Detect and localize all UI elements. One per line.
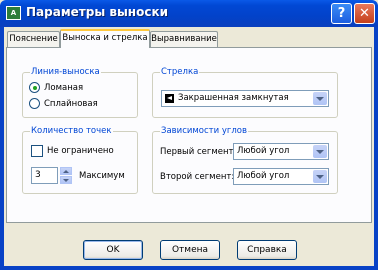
autocad-icon: A — [6, 6, 21, 20]
straight-label: Ломаная — [44, 83, 84, 93]
points-group: Количество точек — [22, 126, 138, 194]
first-segment-value: Любой угол — [237, 146, 290, 156]
tab-leader-and-arrow[interactable]: Выноска и стрелка — [60, 29, 150, 48]
tab-attachment[interactable]: Выравнивание — [150, 31, 218, 47]
unlimited-label: Не ограничено — [47, 146, 114, 156]
help-title-button[interactable]: ? — [331, 3, 352, 24]
spin-up-button[interactable] — [60, 167, 72, 175]
arrow-select-value: Закрашенная замкнутая — [178, 93, 289, 103]
chevron-down-icon[interactable] — [313, 145, 327, 158]
title-bar[interactable]: A Параметры выноски ? ✕ — [0, 0, 378, 27]
max-points-value: 3 — [35, 170, 41, 180]
window-title: Параметры выноски — [26, 5, 168, 19]
help-button[interactable]: Справка — [237, 240, 297, 260]
spline-label: Сплайновая — [44, 99, 98, 109]
unlimited-checkbox[interactable] — [31, 145, 43, 157]
leader-line-group: Линия-выноска — [22, 67, 138, 118]
chevron-down-icon[interactable] — [313, 170, 327, 183]
spline-radio[interactable] — [29, 98, 40, 109]
window-border-right — [374, 27, 378, 270]
angles-title: Зависимости углов — [160, 126, 248, 137]
close-button[interactable]: ✕ — [354, 3, 375, 24]
leader-line-title: Линия-выноска — [30, 67, 101, 78]
max-points-input[interactable]: 3 — [31, 167, 58, 184]
window-border-bottom — [0, 266, 378, 270]
cancel-button[interactable]: Отмена — [160, 240, 220, 260]
arrow-title: Стрелка — [160, 67, 200, 78]
arrow-select[interactable]: Закрашенная замкнутая — [161, 90, 329, 107]
ok-button[interactable]: OK — [83, 240, 143, 260]
window-border-left — [0, 27, 4, 270]
chevron-down-icon[interactable] — [313, 92, 327, 105]
tab-annotation[interactable]: Пояснение — [7, 31, 60, 47]
first-segment-label: Первый сегмент: — [160, 147, 237, 157]
straight-radio[interactable] — [29, 82, 40, 93]
points-title: Количество точек — [30, 126, 113, 137]
closed-filled-arrow-icon — [165, 94, 174, 103]
second-segment-label: Второй сегмент: — [160, 172, 235, 182]
second-segment-select[interactable]: Любой угол — [233, 168, 329, 185]
second-segment-value: Любой угол — [237, 171, 290, 181]
spin-down-button[interactable] — [60, 176, 72, 184]
first-segment-select[interactable]: Любой угол — [233, 143, 329, 160]
max-label: Максимум — [79, 171, 125, 181]
